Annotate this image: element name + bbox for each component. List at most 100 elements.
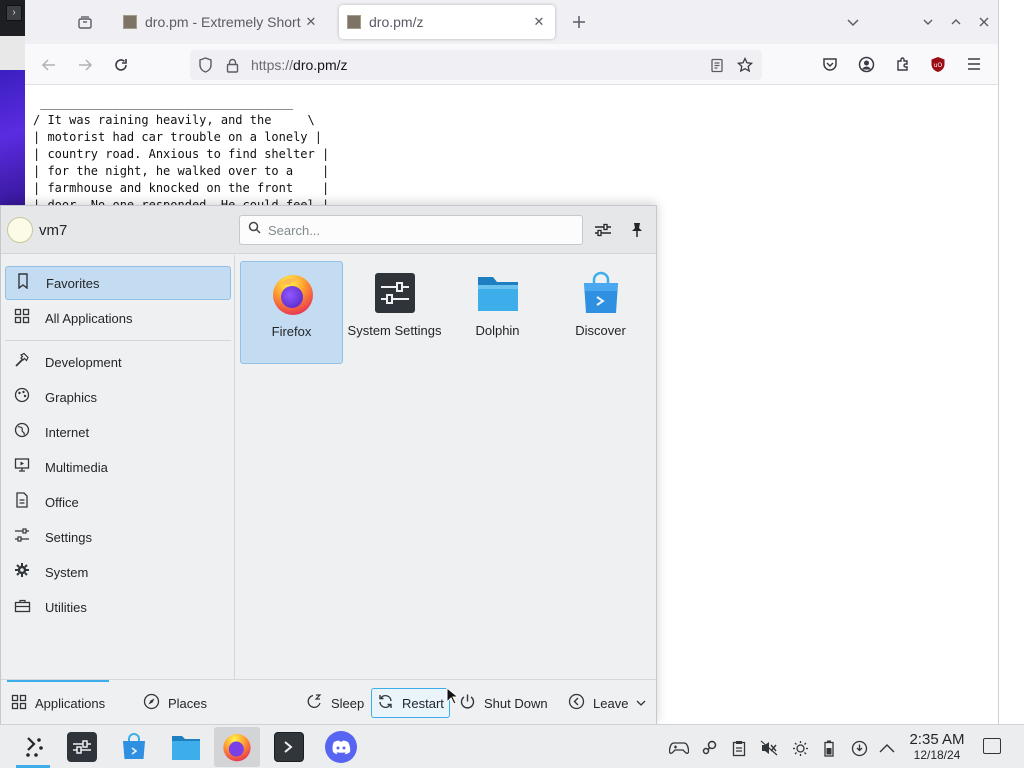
restart-label: Restart (402, 695, 444, 711)
pin-icon[interactable] (625, 218, 649, 242)
url-host: dro.pm/z (293, 57, 348, 73)
updates-info-icon[interactable] (848, 737, 870, 759)
account-icon[interactable] (854, 52, 878, 76)
folder-icon (478, 277, 518, 311)
firefox-view-icon[interactable] (73, 10, 97, 34)
ublock-origin-icon[interactable]: uO (926, 52, 950, 76)
lock-icon[interactable] (223, 56, 241, 74)
forward-arrow-icon[interactable] (72, 52, 98, 78)
tab-close-icon[interactable]: ✕ (531, 14, 547, 30)
user-avatar[interactable] (7, 217, 33, 243)
bookmark-star-icon[interactable] (736, 56, 754, 74)
window-maximize-icon[interactable] (944, 10, 968, 34)
application-launcher-button[interactable] (10, 727, 56, 768)
username-label: vm7 (39, 222, 68, 239)
clock-date[interactable]: 12/18/24 (904, 748, 970, 762)
taskbar-firefox[interactable] (214, 727, 260, 767)
url-scheme: https:// (251, 57, 294, 73)
clock-time[interactable]: 2:35 AM (904, 731, 970, 748)
clipboard-icon[interactable] (728, 737, 750, 759)
category-sidebar: Favorites All Applications Development G… (1, 255, 235, 679)
sleep-label: Sleep (331, 695, 365, 711)
taskbar-dolphin[interactable] (163, 727, 209, 767)
category-label: Office (45, 494, 79, 510)
brightness-icon[interactable] (789, 737, 811, 759)
hammer-icon (5, 352, 39, 372)
category-graphics[interactable]: Graphics (5, 380, 231, 414)
category-development[interactable]: Development (5, 345, 231, 379)
category-internet[interactable]: Internet (5, 415, 231, 449)
tray-expand-chevron-icon[interactable] (876, 737, 898, 759)
extensions-puzzle-icon[interactable] (891, 52, 915, 76)
tab-places-label: Places (168, 695, 208, 711)
configure-sliders-icon[interactable] (591, 218, 615, 242)
app-firefox[interactable]: Firefox (240, 261, 343, 364)
grid-icon (11, 694, 27, 713)
taskbar-system-settings[interactable] (59, 727, 105, 767)
cowsay-text-block: ___________________________________ / It… (33, 96, 330, 212)
search-icon (248, 221, 261, 237)
leave-button[interactable]: Leave (563, 688, 651, 718)
category-utilities[interactable]: Utilities (5, 590, 231, 624)
new-tab-plus-icon[interactable] (567, 10, 591, 34)
svg-text:uO: uO (934, 62, 943, 69)
firefox-icon (273, 275, 313, 315)
reader-view-icon[interactable] (708, 56, 726, 74)
search-input[interactable] (268, 220, 568, 240)
window-minimize-icon[interactable] (916, 10, 940, 34)
compass-icon (143, 693, 160, 713)
toolbox-icon (5, 598, 39, 617)
app-discover[interactable]: Discover (549, 261, 652, 364)
chevron-down-icon (636, 696, 646, 711)
hamburger-menu-icon[interactable] (962, 52, 986, 76)
url-text[interactable]: https://dro.pm/z (251, 57, 348, 73)
category-all-applications[interactable]: All Applications (5, 301, 231, 335)
taskbar-discover[interactable] (111, 727, 157, 767)
app-label: Discover (575, 323, 626, 338)
desktop-terminal-button[interactable]: › (6, 5, 22, 21)
game-controller-icon[interactable] (668, 737, 690, 759)
search-box[interactable] (239, 215, 583, 245)
tab-applications[interactable]: Applications (7, 680, 110, 726)
tab-dro-pm-z[interactable]: dro.pm/z ✕ (339, 5, 555, 39)
category-settings[interactable]: Settings (5, 520, 231, 554)
category-favorites[interactable]: Favorites (5, 266, 231, 300)
firefox-icon (223, 734, 251, 762)
url-bar[interactable]: https://dro.pm/z (190, 50, 762, 80)
restart-button[interactable]: Restart (371, 688, 450, 718)
steam-icon[interactable] (698, 737, 720, 759)
tab-places[interactable]: Places (143, 680, 207, 726)
list-all-tabs-chevron-icon[interactable] (841, 10, 865, 34)
category-system[interactable]: System (5, 555, 231, 589)
show-desktop-icon[interactable] (983, 738, 1001, 754)
launcher-header: vm7 (1, 206, 656, 254)
restart-arrows-icon (377, 693, 394, 713)
reload-icon[interactable] (108, 52, 134, 78)
battery-icon[interactable] (818, 737, 840, 759)
tab-dro-pm-home[interactable]: dro.pm - Extremely Short URLs ✕ (115, 5, 327, 39)
app-system-settings[interactable]: System Settings (343, 261, 446, 364)
discord-icon (325, 731, 357, 763)
app-dolphin[interactable]: Dolphin (446, 261, 549, 364)
category-label: Development (45, 354, 122, 370)
category-office[interactable]: Office (5, 485, 231, 519)
volume-muted-icon[interactable] (758, 737, 780, 759)
terminal-icon (274, 732, 304, 762)
tracking-shield-icon[interactable] (196, 56, 214, 74)
sleep-button[interactable]: Sleep (301, 688, 369, 718)
taskbar-discord[interactable] (318, 727, 364, 767)
category-label: Multimedia (45, 459, 108, 475)
pocket-icon[interactable] (818, 52, 842, 76)
navigation-toolbar: https://dro.pm/z uO (25, 44, 998, 85)
kde-launcher-icon (26, 737, 43, 757)
document-icon (5, 492, 39, 512)
leave-arrow-icon (568, 693, 585, 713)
favorites-grid: Firefox System Settings Dolphin Discover (236, 255, 656, 679)
category-multimedia[interactable]: Multimedia (5, 450, 231, 484)
grid-icon (5, 308, 39, 328)
window-close-icon[interactable] (972, 10, 996, 34)
shut-down-button[interactable]: Shut Down (454, 688, 553, 718)
taskbar-konsole[interactable] (266, 727, 312, 767)
tab-close-icon[interactable]: ✕ (303, 14, 319, 30)
back-arrow-icon[interactable] (36, 52, 62, 78)
